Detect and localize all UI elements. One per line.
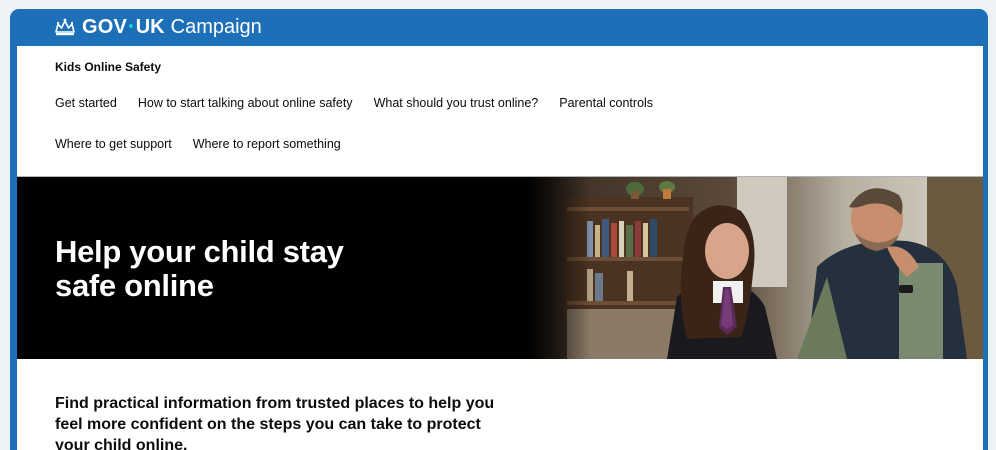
hero-title: Help your child stay safe online — [55, 234, 344, 303]
nav-link-parental-controls[interactable]: Parental controls — [559, 96, 653, 110]
hero-banner: Help your child stay safe online — [17, 177, 983, 359]
nav-row-1: Get started How to start talking about o… — [55, 96, 955, 137]
nav-link-trust-online[interactable]: What should you trust online? — [374, 96, 539, 110]
brand-campaign: Campaign — [170, 16, 262, 38]
brand-gov: GOV — [82, 16, 128, 38]
nav-link-talking-online-safety[interactable]: How to start talking about online safety — [138, 96, 353, 110]
browser-frame: GOV · UK Campaign Kids Online Safety Get s… — [10, 9, 988, 450]
nav-link-get-support[interactable]: Where to get support — [55, 137, 172, 151]
nav-link-get-started[interactable]: Get started — [55, 96, 117, 110]
page-content: Kids Online Safety Get started How to st… — [17, 46, 983, 450]
crown-icon — [55, 18, 75, 36]
brand-separator: · — [128, 16, 135, 38]
brand-uk: UK — [135, 16, 165, 38]
gov-uk-header: GOV · UK Campaign — [10, 9, 988, 45]
service-navigation: Get started How to start talking about o… — [55, 96, 955, 178]
intro-text: Find practical information from trusted … — [55, 395, 495, 450]
nav-link-report-something[interactable]: Where to report something — [193, 137, 341, 151]
gov-uk-logo-link[interactable]: GOV · UK Campaign — [54, 17, 262, 37]
hero-photo — [527, 177, 983, 359]
site-title[interactable]: Kids Online Safety — [55, 60, 161, 74]
nav-row-2: Where to get support Where to report som… — [55, 137, 955, 178]
